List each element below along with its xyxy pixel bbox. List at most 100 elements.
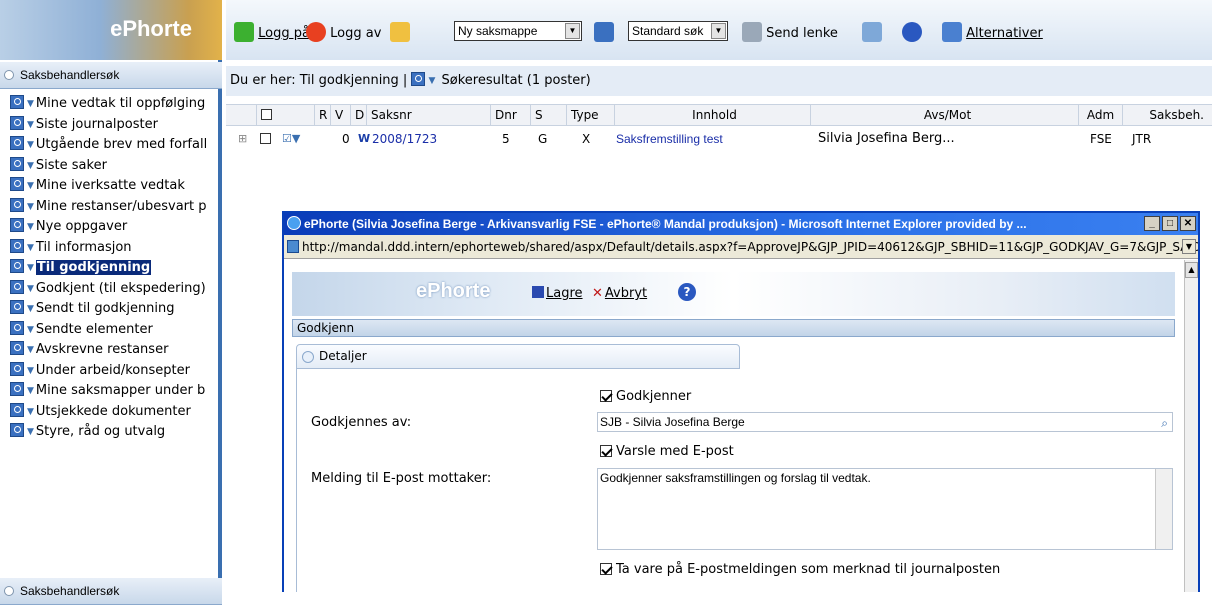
chevron-down-icon[interactable]: ▼ <box>27 422 34 442</box>
popup-titlebar[interactable]: ePhorte (Silvia Josefina Berge - Arkivan… <box>284 213 1198 235</box>
search-list-item[interactable]: ▼ Siste journalposter <box>10 115 222 135</box>
search-list-item[interactable]: ▼ Utgående brev med forfall <box>10 135 222 155</box>
search-list-item[interactable]: ▼ Nye oppgaver <box>10 217 222 237</box>
chevron-down-icon[interactable]: ▼ <box>27 320 34 340</box>
search-icon <box>10 197 24 212</box>
col-saksbeh[interactable]: Saksbeh. <box>1122 105 1208 126</box>
search-list-item[interactable]: ▼ Utsjekkede dokumenter <box>10 402 222 422</box>
result-count: Søkeresultat (1 poster) <box>441 73 591 88</box>
search-list-item[interactable]: ▼ Mine iverksatte vedtak <box>10 176 222 196</box>
popup-logo: ePhorte <box>416 280 491 302</box>
tab-detaljer[interactable]: Detaljer <box>296 344 740 369</box>
search-list-item[interactable]: ▼ Siste saker <box>10 156 222 176</box>
chevron-down-icon[interactable]: ▼ <box>27 299 34 319</box>
chevron-down-icon: ▼ <box>565 23 580 39</box>
help-button[interactable] <box>902 22 922 42</box>
chevron-down-icon[interactable]: ▼ <box>27 197 34 217</box>
col-r[interactable]: R <box>314 105 330 126</box>
chevron-down-icon[interactable]: ▼ <box>27 94 34 114</box>
maximize-icon[interactable]: □ <box>1162 216 1178 231</box>
cell-adm: FSE <box>1090 132 1112 146</box>
folder-icon[interactable] <box>390 22 410 42</box>
logg-av-button[interactable]: Logg av <box>306 22 381 42</box>
alternativer-label: Alternativer <box>966 26 1043 41</box>
chevron-down-icon[interactable]: ▼ <box>428 66 435 96</box>
search-list-item-label: Under arbeid/konsepter <box>35 362 190 378</box>
varsle-checkbox[interactable]: Varsle med E-post <box>600 444 734 459</box>
search-button[interactable] <box>594 22 614 42</box>
chevron-down-icon[interactable]: ▼ <box>1182 239 1196 254</box>
col-dnr[interactable]: Dnr <box>490 105 530 126</box>
search-list-item[interactable]: ▼ Mine vedtak til oppfølging <box>10 94 222 114</box>
melding-textarea[interactable]: Godkjenner saksframstillingen og forslag… <box>597 468 1173 550</box>
send-lenke-button[interactable]: Send lenke <box>742 22 838 42</box>
search-icon[interactable]: ⌕ <box>1161 414 1168 432</box>
search-list-item[interactable]: ▼ Styre, råd og utvalg <box>10 422 222 442</box>
search-list-item[interactable]: ▼ Sendte elementer <box>10 320 222 340</box>
col-adm[interactable]: Adm <box>1078 105 1118 126</box>
ta-vare-checkbox[interactable]: Ta vare på E-postmeldingen som merknad t… <box>600 562 1000 577</box>
address-bar[interactable]: http://mandal.ddd.intern/ephorteweb/shar… <box>284 235 1198 259</box>
search-icon[interactable] <box>411 72 426 86</box>
cell-innhold[interactable]: Saksfremstilling test <box>612 128 723 150</box>
cell-saksnr[interactable]: 2008/1723 <box>368 128 437 150</box>
search-list-item[interactable]: ▼ Avskrevne restanser <box>10 340 222 360</box>
search-list-item[interactable]: ▼ Mine saksmapper under b <box>10 381 222 401</box>
cell-v: 0 <box>342 132 350 146</box>
table-row[interactable]: ⊞ ☑▼ 0 W 2008/1723 5 G X Saksfremstillin… <box>226 128 1212 150</box>
chevron-down-icon[interactable]: ▼ <box>27 238 34 258</box>
help-icon[interactable]: ? <box>678 283 696 301</box>
close-icon[interactable]: ✕ <box>1180 216 1196 231</box>
col-type[interactable]: Type <box>566 105 614 126</box>
table-header: R V D Saksnr Dnr S Type Innhold Avs/Mot … <box>226 104 1212 126</box>
chevron-down-icon[interactable]: ▼ <box>27 156 34 176</box>
col-innhold[interactable]: Innhold <box>614 105 810 126</box>
search-list-item[interactable]: ▼ Sendt til godkjenning <box>10 299 222 319</box>
section-header-saksbehandlersok[interactable]: Saksbehandlersøk <box>0 62 222 89</box>
section-radio-icon <box>4 70 14 80</box>
popup-scrollbar[interactable]: ▲ <box>1184 260 1198 592</box>
expand-icon[interactable]: ⊞ <box>234 128 247 150</box>
col-v[interactable]: V <box>330 105 348 126</box>
col-saksnr[interactable]: Saksnr <box>366 105 474 126</box>
chevron-down-icon[interactable]: ▼ <box>27 258 34 278</box>
col-s[interactable]: S <box>530 105 554 126</box>
chevron-down-icon[interactable]: ▼ <box>27 176 34 196</box>
godkjenner-checkbox[interactable]: Godkjenner <box>600 389 691 404</box>
chevron-down-icon[interactable]: ▼ <box>27 217 34 237</box>
search-icon <box>10 136 24 150</box>
mail-approve-icon[interactable]: ☑▼ <box>278 128 300 150</box>
search-list-item[interactable]: ▼ Under arbeid/konsepter <box>10 361 222 381</box>
select-all-checkbox[interactable] <box>256 105 286 126</box>
search-list-item[interactable]: ▼ Godkjent (til ekspedering) <box>10 279 222 299</box>
textarea-scrollbar[interactable] <box>1155 469 1172 549</box>
send-lenke-label: Send lenke <box>766 26 838 41</box>
scroll-up-icon[interactable]: ▲ <box>1185 262 1198 278</box>
minimize-icon[interactable]: _ <box>1144 216 1160 231</box>
col-d[interactable]: D <box>350 105 366 126</box>
search-type-select[interactable]: Standard søk ▼ <box>628 21 728 41</box>
godkjennes-av-field[interactable]: SJB - Silvia Josefina Berge ⌕ <box>597 412 1173 432</box>
search-list-item[interactable]: ▼ Mine restanser/ubesvart p <box>10 197 222 217</box>
chevron-down-icon[interactable]: ▼ <box>27 361 34 381</box>
chevron-down-icon[interactable]: ▼ <box>27 115 34 135</box>
chevron-down-icon[interactable]: ▼ <box>27 279 34 299</box>
row-checkbox[interactable] <box>256 128 271 150</box>
lagre-button[interactable]: Lagre <box>532 286 583 301</box>
search-list-item[interactable]: ▼ Til godkjenning <box>10 258 222 278</box>
chevron-down-icon[interactable]: ▼ <box>27 135 34 155</box>
godkjennes-av-label: Godkjennes av: <box>311 415 412 430</box>
chevron-down-icon[interactable]: ▼ <box>27 381 34 401</box>
left-panel: ePhorte Saksbehandlersøk ▼ Mine vedtak ti… <box>0 0 222 605</box>
col-avsmot[interactable]: Avs/Mot <box>810 105 1080 126</box>
search-list-item[interactable]: ▼ Til informasjon <box>10 238 222 258</box>
chevron-down-icon[interactable]: ▼ <box>27 340 34 360</box>
alternativer-button[interactable]: Alternativer <box>942 22 1043 42</box>
chevron-down-icon[interactable]: ▼ <box>27 402 34 422</box>
avbryt-button[interactable]: ✕ Avbryt <box>592 286 647 301</box>
search-icon <box>10 382 24 396</box>
scroll-arrows-button[interactable] <box>862 22 882 42</box>
saksmappe-select[interactable]: Ny saksmappe ▼ <box>454 21 582 41</box>
logg-pa-button[interactable]: Logg på <box>234 22 310 42</box>
search-list-item-label: Utgående brev med forfall <box>35 137 208 152</box>
